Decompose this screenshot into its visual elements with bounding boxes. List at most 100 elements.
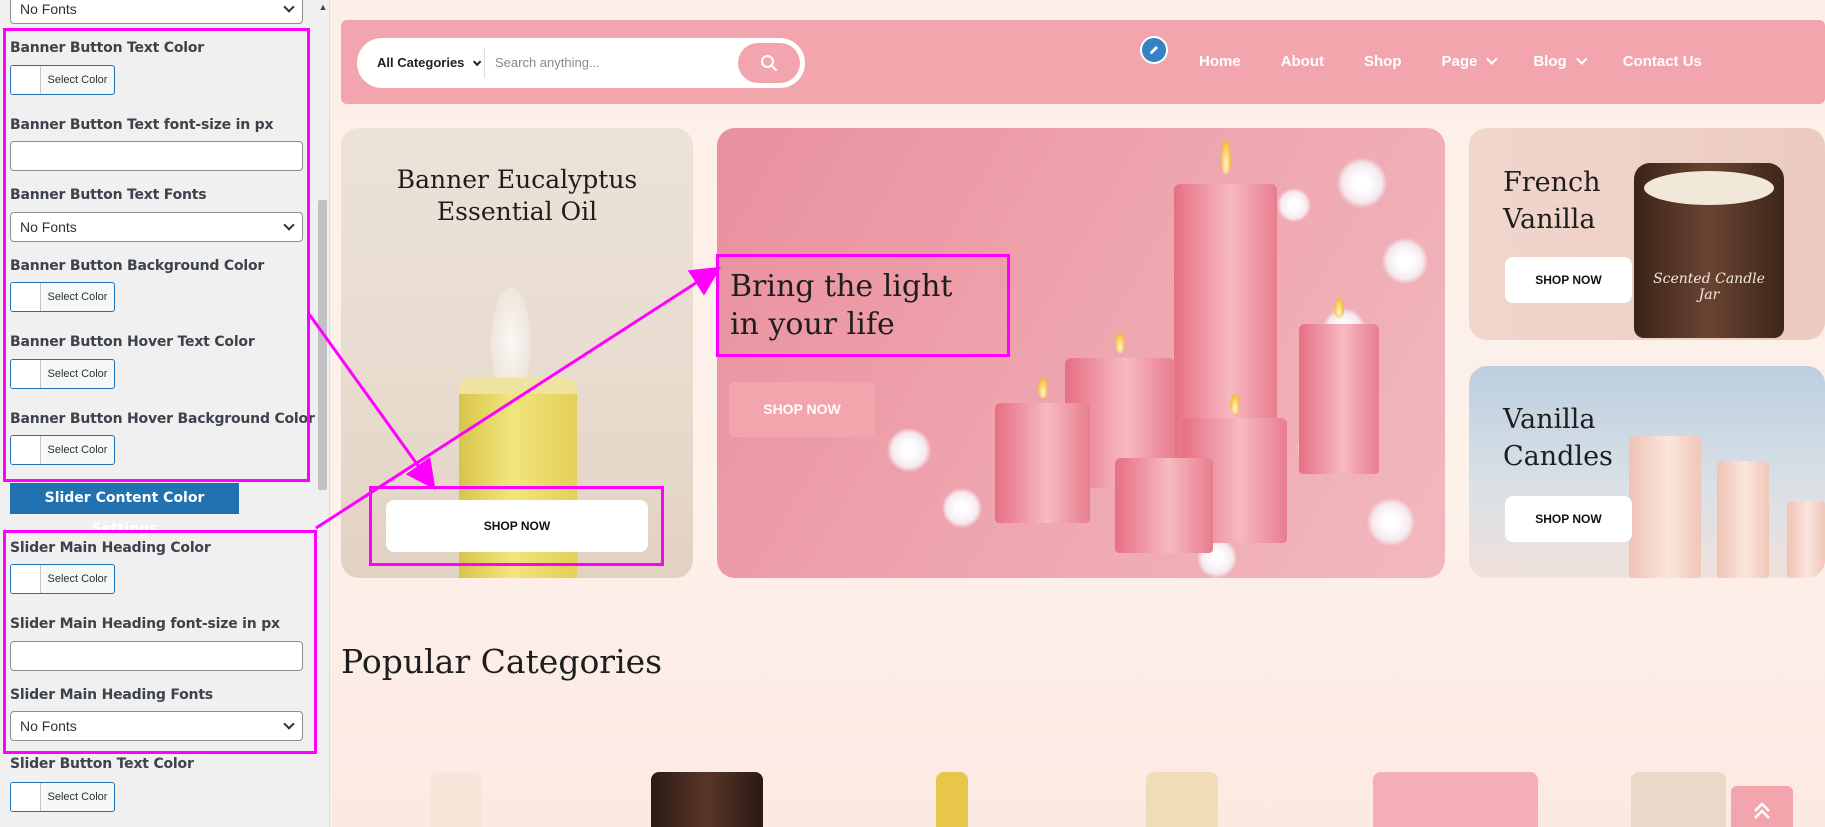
- customizer-panel: No Fonts Banner Button Text Color Select…: [0, 0, 330, 827]
- candle-image: [1787, 501, 1825, 578]
- control-label: Slider Main Heading font-size in px: [10, 616, 280, 632]
- nav-blog[interactable]: Blog: [1533, 20, 1588, 104]
- chevron-down-icon: [473, 57, 482, 67]
- banner-title: French Vanilla: [1503, 164, 1601, 238]
- nav-page[interactable]: Page: [1441, 20, 1498, 104]
- select-color-label: Select Color: [47, 791, 108, 803]
- color-swatch: [11, 436, 41, 464]
- flame-image: [1221, 140, 1231, 174]
- banner-button-text-color-picker[interactable]: Select Color: [10, 65, 115, 95]
- site-preview: All Categories Search anything... Home A…: [331, 0, 1825, 827]
- nav-contact[interactable]: Contact Us: [1623, 20, 1702, 104]
- banner-title-line: Candles: [1503, 441, 1613, 472]
- divider: [484, 48, 485, 78]
- search-bar: All Categories Search anything...: [357, 38, 805, 88]
- category-thumb[interactable]: [431, 772, 481, 827]
- select-color-label: Select Color: [47, 74, 108, 86]
- control-label: Banner Button Text font-size in px: [10, 117, 274, 133]
- select-value: No Fonts: [20, 718, 77, 734]
- flame-image: [1038, 378, 1048, 398]
- control-label: Banner Button Hover Text Color: [10, 334, 255, 350]
- search-button[interactable]: [738, 43, 800, 83]
- candle-image: [995, 403, 1090, 523]
- select-color-label: Select Color: [47, 444, 108, 456]
- jar-label: Scented Candle Jar: [1653, 271, 1765, 303]
- banner-title-line: Vanilla: [1503, 204, 1596, 235]
- candle-image: [1115, 458, 1213, 553]
- control-label: Banner Button Hover Background Color: [10, 411, 315, 427]
- nav-label: Page: [1441, 53, 1478, 70]
- control-label: Banner Button Text Color: [10, 40, 205, 56]
- slider-heading-font-size-input[interactable]: [10, 641, 303, 671]
- flower-image: [1367, 498, 1415, 546]
- flame-image: [1230, 394, 1240, 414]
- pencil-icon: [1150, 46, 1158, 54]
- fonts-select-top[interactable]: No Fonts: [10, 0, 303, 24]
- control-label: Slider Main Heading Color: [10, 540, 211, 556]
- nav-about[interactable]: About: [1281, 20, 1324, 104]
- flower-image: [1337, 158, 1387, 208]
- category-thumb[interactable]: [936, 772, 968, 827]
- color-swatch: [11, 360, 41, 388]
- slider-content-color-settings-button[interactable]: Slider Content Color Settings: [10, 483, 239, 537]
- select-color-label: Select Color: [47, 368, 108, 380]
- banner-eucalyptus: Banner Eucalyptus Essential Oil SHOP NOW: [341, 128, 693, 578]
- banner-button-font-size-input[interactable]: [10, 141, 303, 171]
- nav-label: Home: [1199, 53, 1241, 70]
- select-value: No Fonts: [20, 219, 77, 235]
- category-thumb[interactable]: [651, 772, 763, 827]
- banner-button-background-color-picker[interactable]: Select Color: [10, 282, 115, 312]
- banner-button-fonts-select[interactable]: No Fonts: [10, 212, 303, 242]
- hero-slider: Bring the light in your life SHOP NOW: [717, 128, 1445, 578]
- banner-button-hover-text-color-picker[interactable]: Select Color: [10, 359, 115, 389]
- chevron-down-icon: [1575, 53, 1588, 65]
- search-icon: [761, 55, 777, 71]
- nav-label: Contact Us: [1622, 53, 1702, 70]
- flame-image: [1334, 298, 1344, 318]
- scroll-up-arrow-icon[interactable]: ▲: [317, 0, 329, 14]
- category-thumb[interactable]: [1631, 772, 1726, 827]
- category-select-value: All Categories: [377, 55, 465, 70]
- nav-shop[interactable]: Shop: [1364, 20, 1402, 104]
- color-swatch: [11, 66, 41, 94]
- candle-image: [1629, 436, 1701, 578]
- shop-now-button[interactable]: SHOP NOW: [1505, 257, 1632, 303]
- select-color-label: Select Color: [47, 291, 108, 303]
- banner-title: Vanilla Candles: [1503, 401, 1613, 475]
- control-label: Slider Main Heading Fonts: [10, 687, 213, 703]
- slider-heading-color-picker[interactable]: Select Color: [10, 564, 115, 594]
- slider-heading-line: in your life: [730, 307, 895, 342]
- candle-jar-image: Scented Candle Jar: [1634, 163, 1784, 338]
- slider-shop-now-button[interactable]: SHOP NOW: [729, 382, 875, 437]
- search-input[interactable]: Search anything...: [495, 38, 600, 88]
- shop-now-button[interactable]: SHOP NOW: [386, 500, 648, 552]
- candle-image: [1717, 461, 1769, 578]
- shop-now-button[interactable]: SHOP NOW: [1505, 496, 1632, 542]
- back-to-top-button[interactable]: [1731, 786, 1793, 827]
- category-select[interactable]: All Categories: [377, 38, 482, 88]
- banner-title: Banner Eucalyptus Essential Oil: [396, 165, 638, 226]
- flower-image: [887, 428, 931, 472]
- color-swatch: [11, 783, 41, 811]
- category-thumb[interactable]: [1146, 772, 1218, 827]
- edit-shortcut-icon[interactable]: [1140, 36, 1168, 64]
- slider-heading: Bring the light in your life: [730, 268, 952, 344]
- nav-home[interactable]: Home: [1199, 20, 1241, 104]
- banner-button-hover-background-color-picker[interactable]: Select Color: [10, 435, 115, 465]
- section-title: Popular Categories: [341, 642, 663, 681]
- slider-heading-fonts-select[interactable]: No Fonts: [10, 711, 303, 741]
- candle-image: [1299, 324, 1379, 474]
- jar-wax: [1644, 171, 1774, 205]
- jar-rim: [459, 378, 577, 394]
- scrollbar-thumb[interactable]: [318, 200, 327, 490]
- flame-image: [1115, 333, 1125, 353]
- color-swatch: [11, 565, 41, 593]
- nav-label: Shop: [1364, 53, 1402, 70]
- nav-label: About: [1280, 53, 1325, 70]
- slider-button-text-color-picker[interactable]: Select Color: [10, 782, 115, 812]
- category-thumb[interactable]: [1373, 772, 1538, 827]
- banner-title-line: French: [1503, 167, 1601, 198]
- chevron-down-icon: [283, 219, 295, 231]
- banner-title-line: Vanilla: [1503, 404, 1596, 435]
- chevron-down-icon: [1486, 53, 1498, 65]
